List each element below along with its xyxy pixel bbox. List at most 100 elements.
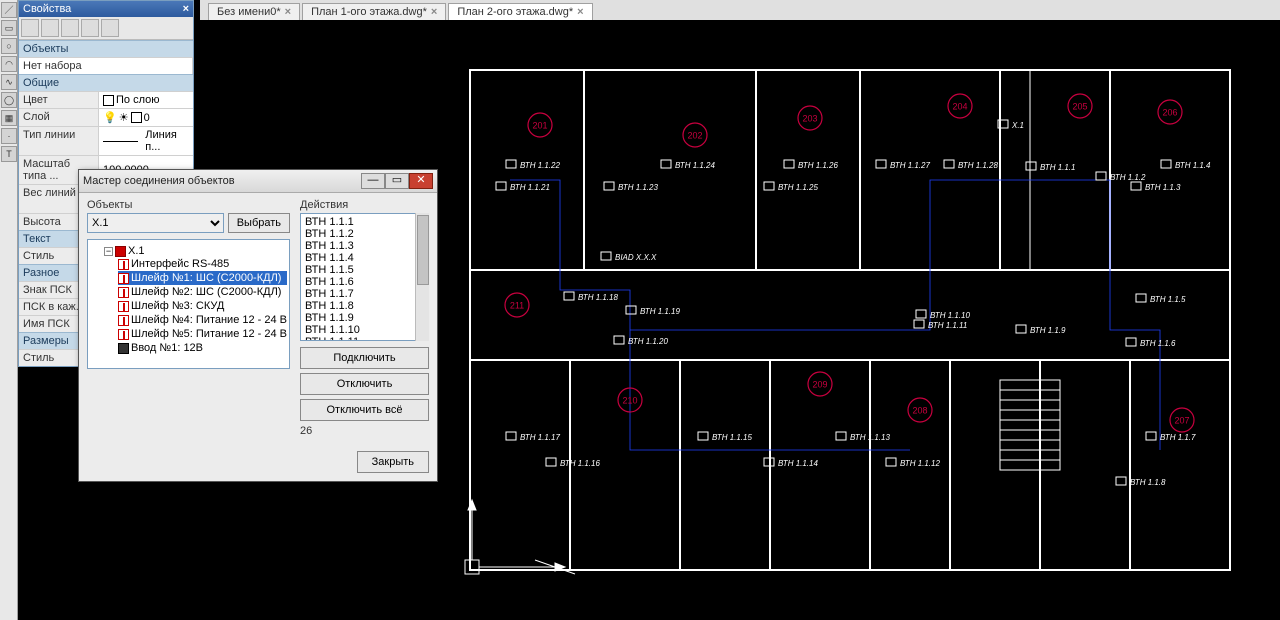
svg-text:205: 205 [1072,101,1087,111]
tool-spline-icon[interactable]: ∿ [1,74,17,90]
tree-item[interactable]: Интерфейс RS-485 [118,257,287,271]
svg-text:ВТН 1.1.7: ВТН 1.1.7 [1160,433,1196,442]
swatch-icon [103,95,114,106]
list-item[interactable]: ВТН 1.1.10 [303,324,426,336]
loop-icon [118,343,129,354]
tool-circle-icon[interactable]: ○ [1,38,17,54]
scrollbar[interactable] [415,213,429,341]
tree-item[interactable]: Шлейф №4: Питание 12 - 24 В [118,313,287,327]
close-icon[interactable]: × [285,6,291,18]
maximize-icon[interactable]: ▭ [385,173,409,189]
svg-text:X.1: X.1 [1011,121,1024,130]
props-tool-3-icon[interactable] [61,19,79,37]
dialog-title-text: Мастер соединения объектов [83,175,235,187]
tree-root[interactable]: −X.1 Интерфейс RS-485Шлейф №1: ШС (С2000… [104,244,287,356]
svg-text:ВТН 1.1.19: ВТН 1.1.19 [640,307,680,316]
select-button[interactable]: Выбрать [228,213,290,233]
properties-toolbar [19,17,193,40]
list-item[interactable]: ВТН 1.1.6 [303,276,426,288]
actions-list[interactable]: ВТН 1.1.1ВТН 1.1.2ВТН 1.1.3ВТН 1.1.4ВТН … [300,213,429,341]
tool-text-icon[interactable]: T [1,146,17,162]
tree-item[interactable]: Ввод №1: 12В [118,341,287,355]
connect-button[interactable]: Подключить [300,347,429,369]
svg-text:208: 208 [912,405,927,415]
line-sample-icon [103,141,138,142]
layer-swatch-icon [131,112,142,123]
svg-text:ВТН 1.1.9: ВТН 1.1.9 [1030,326,1066,335]
device-select[interactable]: X.1 [87,213,224,233]
tool-rect-icon[interactable]: ▭ [1,20,17,36]
loop-icon [118,301,129,312]
svg-text:ВТН 1.1.27: ВТН 1.1.27 [890,161,930,170]
svg-text:ВТН 1.1.17: ВТН 1.1.17 [520,433,560,442]
list-item[interactable]: ВТН 1.1.1 [303,216,426,228]
tree-item[interactable]: Шлейф №5: Питание 12 - 24 В [118,327,287,341]
svg-text:ВТН 1.1.14: ВТН 1.1.14 [778,459,818,468]
svg-text:ВТН 1.1.8: ВТН 1.1.8 [1130,478,1166,487]
object-tree[interactable]: −X.1 Интерфейс RS-485Шлейф №1: ШС (С2000… [87,239,290,369]
prop-ltype[interactable]: Тип линии Линия п... [19,126,193,155]
list-item[interactable]: ВТН 1.1.7 [303,288,426,300]
tree-item[interactable]: Шлейф №2: ШС (С2000-КДЛ) [118,285,287,299]
list-item[interactable]: ВТН 1.1.5 [303,264,426,276]
props-cat-general[interactable]: Общие [19,74,193,91]
collapse-icon[interactable]: − [104,247,113,256]
close-button[interactable]: Закрыть [357,451,429,473]
svg-text:206: 206 [1162,107,1177,117]
svg-text:202: 202 [687,130,702,140]
prop-color[interactable]: Цвет По слою [19,91,193,108]
tool-ellipse-icon[interactable]: ◯ [1,92,17,108]
tool-point-icon[interactable]: · [1,128,17,144]
left-toolbar: ／ ▭ ○ ◠ ∿ ◯ ▦ · T [0,0,18,620]
document-tab[interactable]: Без имени0*× [208,3,300,20]
document-tab[interactable]: План 1-ого этажа.dwg*× [302,3,446,20]
document-tabs: Без имени0*×План 1-ого этажа.dwg*×План 2… [200,0,1280,20]
props-tool-1-icon[interactable] [21,19,39,37]
svg-text:ВТН 1.1.28: ВТН 1.1.28 [958,161,998,170]
tree-item[interactable]: Шлейф №1: ШС (С2000-КДЛ) [118,271,287,285]
svg-text:ВТН 1.1.4: ВТН 1.1.4 [1175,161,1211,170]
close-icon[interactable]: ✕ [409,173,433,189]
disconnect-all-button[interactable]: Отключить всё [300,399,429,421]
svg-text:BIAD X.X.X: BIAD X.X.X [615,253,657,262]
svg-text:201: 201 [532,120,547,130]
list-item[interactable]: ВТН 1.1.2 [303,228,426,240]
list-item[interactable]: ВТН 1.1.9 [303,312,426,324]
svg-text:ВТН 1.1.26: ВТН 1.1.26 [798,161,838,170]
svg-text:ВТН 1.1.23: ВТН 1.1.23 [618,183,658,192]
count-label: 26 [300,425,429,437]
tool-arc-icon[interactable]: ◠ [1,56,17,72]
bulb-icon: 💡 [103,111,117,124]
props-cat-objects[interactable]: Объекты [19,40,193,57]
tool-line-icon[interactable]: ／ [1,2,17,18]
connection-wizard-dialog: Мастер соединения объектов — ▭ ✕ Объекты… [78,169,438,482]
list-item[interactable]: ВТН 1.1.8 [303,300,426,312]
list-item[interactable]: ВТН 1.1.4 [303,252,426,264]
minimize-icon[interactable]: — [361,173,385,189]
svg-text:ВТН 1.1.24: ВТН 1.1.24 [675,161,715,170]
document-tab[interactable]: План 2-ого этажа.dwg*× [448,3,592,20]
loop-icon [118,259,129,270]
svg-text:209: 209 [812,379,827,389]
svg-text:ВТН 1.1.20: ВТН 1.1.20 [628,337,668,346]
close-icon[interactable]: × [183,3,189,15]
tool-hatch-icon[interactable]: ▦ [1,110,17,126]
svg-text:ВТН 1.1.25: ВТН 1.1.25 [778,183,818,192]
tree-item[interactable]: Шлейф №3: СКУД [118,299,287,313]
prop-layer[interactable]: Слой 💡☀0 [19,108,193,126]
loop-icon [118,287,129,298]
svg-text:ВТН 1.1.3: ВТН 1.1.3 [1145,183,1181,192]
scroll-thumb[interactable] [417,215,429,285]
list-item[interactable]: ВТН 1.1.3 [303,240,426,252]
label-objects: Объекты [87,199,290,211]
close-icon[interactable]: × [577,6,583,18]
properties-title[interactable]: Свойства × [19,1,193,17]
disconnect-button[interactable]: Отключить [300,373,429,395]
props-tool-4-icon[interactable] [81,19,99,37]
list-item[interactable]: ВТН 1.1.11 [303,336,426,341]
dialog-titlebar[interactable]: Мастер соединения объектов — ▭ ✕ [79,170,437,193]
props-tool-5-icon[interactable] [101,19,119,37]
close-icon[interactable]: × [431,6,437,18]
properties-title-text: Свойства [23,3,71,15]
props-tool-2-icon[interactable] [41,19,59,37]
